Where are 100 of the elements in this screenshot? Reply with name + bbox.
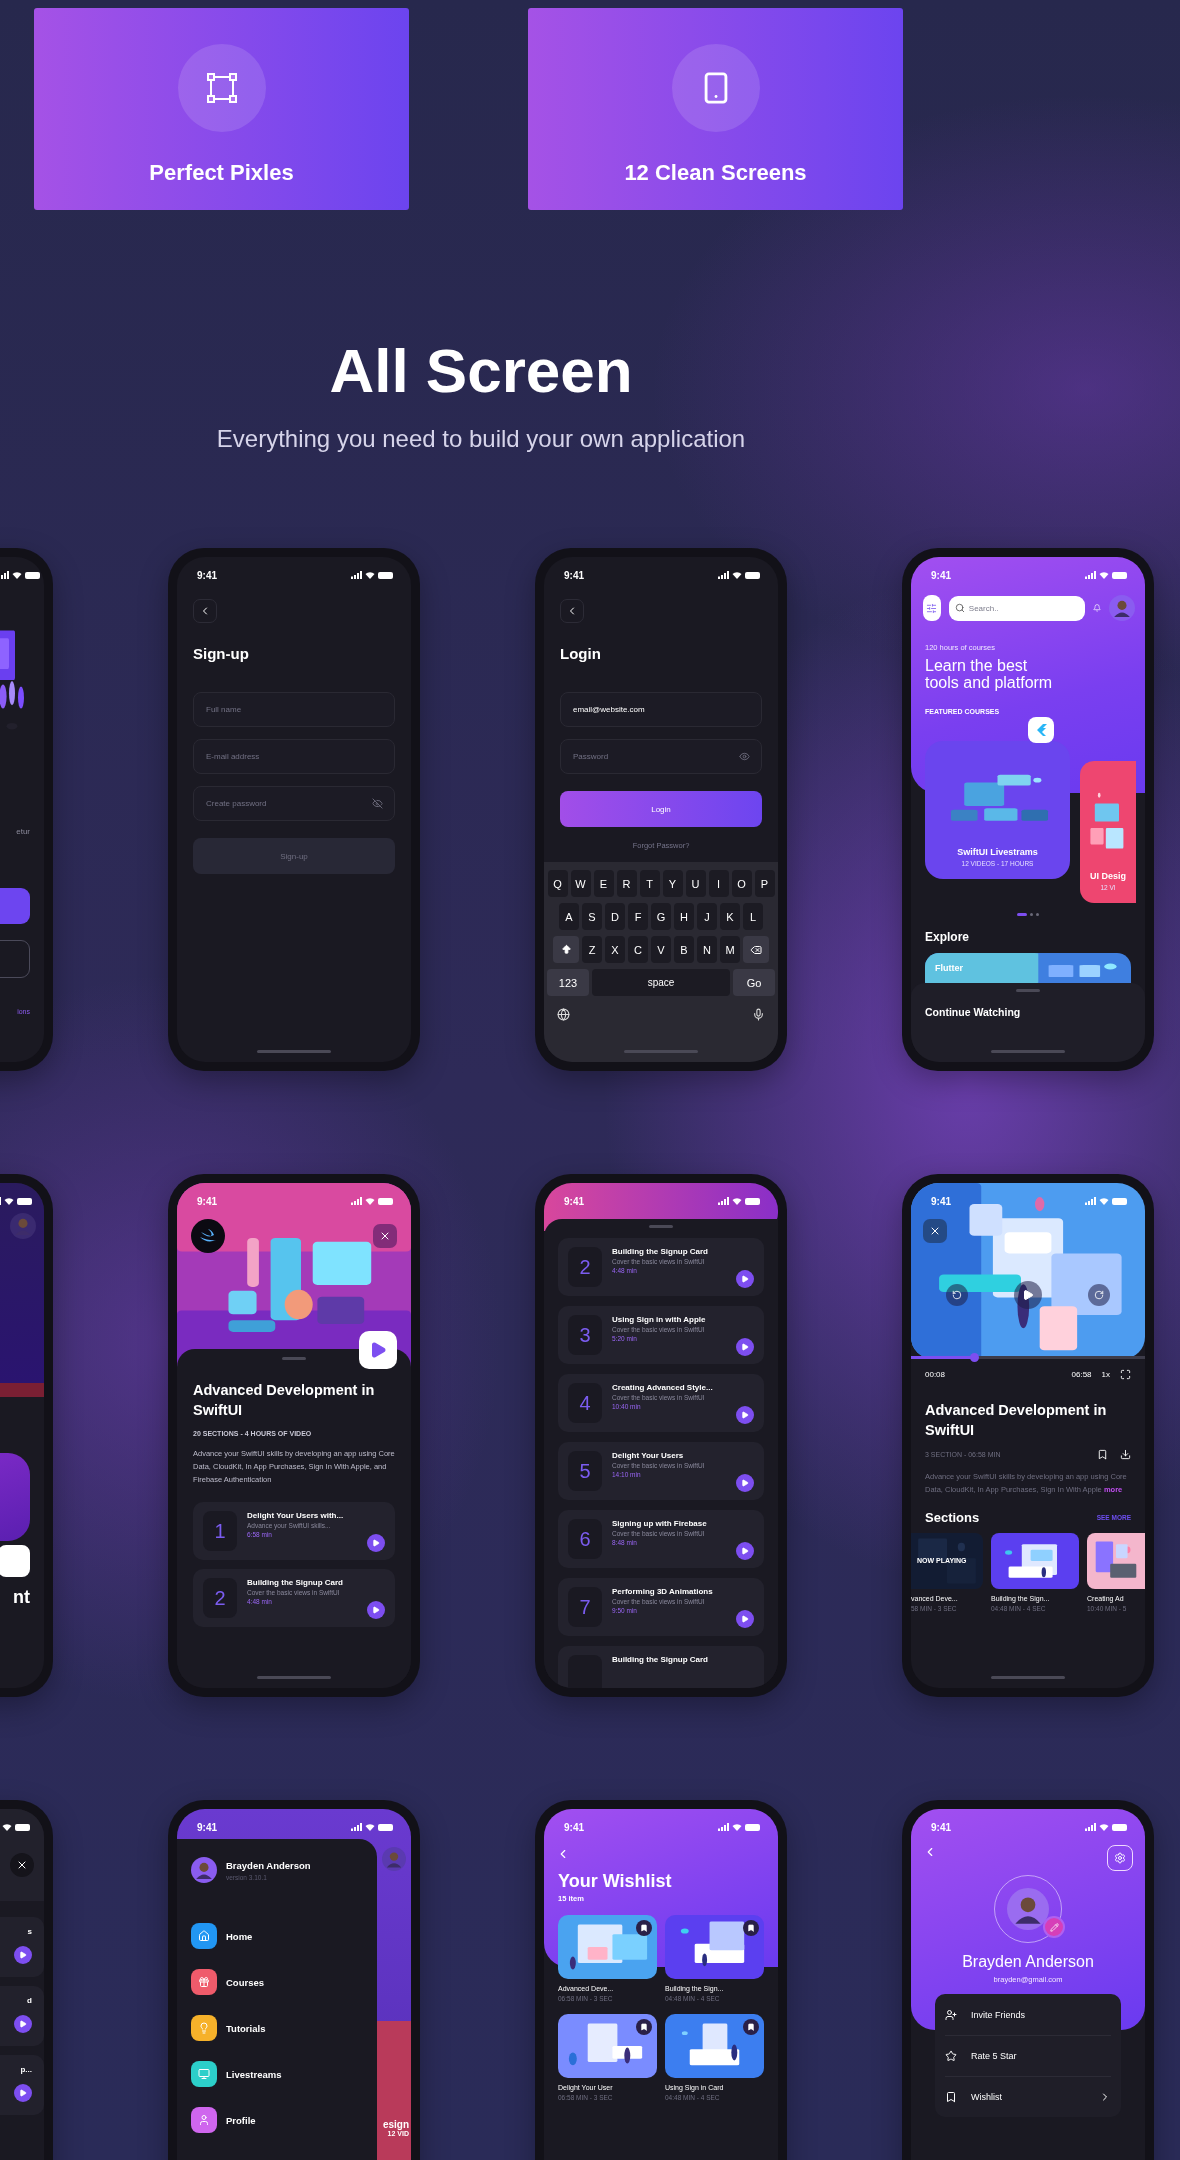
- screen-title: Login: [560, 645, 602, 663]
- input-field[interactable]: Password: [560, 739, 762, 775]
- body-text: etur: [16, 827, 30, 837]
- screen-title: Your Wishlist: [558, 1871, 673, 1893]
- menu-item[interactable]: Courses: [191, 1969, 363, 1996]
- keyboard-key[interactable]: T: [639, 870, 660, 898]
- course-title: Advanced Development in SwiftUI: [193, 1381, 376, 1421]
- menu-item[interactable]: Tutorials: [191, 2015, 363, 2042]
- lesson-card[interactable]: s: [0, 1917, 44, 1978]
- lesson-title: Creating Advanced Style...: [612, 1383, 714, 1393]
- input-field[interactable]: Full name: [193, 692, 395, 728]
- status-time: 9:41: [564, 569, 584, 581]
- keyboard-key[interactable]: N: [697, 936, 717, 964]
- section-title: Sections: [925, 1509, 980, 1525]
- status-time: 9:41: [564, 1821, 584, 1833]
- keyboard-key[interactable]: Y: [662, 870, 683, 898]
- lesson-number: 4: [579, 1391, 591, 1415]
- status-time: 9:41: [931, 569, 951, 581]
- keyboard-key[interactable]: S: [582, 903, 602, 931]
- lesson-title: Building the Signup Card: [612, 1655, 709, 1665]
- lesson-title: s: [27, 1927, 32, 1937]
- sheet-title: Continue Watching: [925, 1005, 1022, 1018]
- search-field[interactable]: Search..: [948, 595, 1085, 621]
- lesson-title: Delight Your Users: [612, 1451, 685, 1461]
- keyboard-key[interactable]: P: [754, 870, 775, 898]
- course-title: Advanced Development in SwiftUI: [925, 1401, 1108, 1441]
- elapsed-time: 00:08: [925, 1370, 946, 1380]
- lesson-title: Signing up with Firebase: [612, 1519, 708, 1529]
- course-title: esign: [382, 2119, 409, 2131]
- keyboard-key[interactable]: B: [674, 936, 694, 964]
- status-time: 9:41: [197, 1195, 217, 1207]
- login-button[interactable]: Login: [560, 791, 762, 828]
- input-field[interactable]: email@website.com: [560, 692, 762, 728]
- lesson-number: 2: [579, 1255, 591, 1279]
- lesson-number: 3: [579, 1323, 591, 1347]
- status-time: 9:41: [197, 1821, 217, 1833]
- lesson-title: Building the Signup Card: [247, 1578, 344, 1588]
- status-time: 9:41: [931, 1821, 951, 1833]
- option-item[interactable]: Wishlist: [945, 2076, 1111, 2118]
- option-item[interactable]: Invite Friends: [945, 1994, 1111, 2036]
- headline: Learn the best tools and platform: [925, 658, 1054, 692]
- keyboard-key[interactable]: K: [720, 903, 740, 931]
- keyboard-key[interactable]: D: [605, 903, 625, 931]
- option-item[interactable]: Rate 5 Star: [945, 2035, 1111, 2077]
- feature-label: Perfect Pixles: [149, 160, 294, 186]
- status-time: 9:41: [931, 1195, 951, 1207]
- keyboard-key[interactable]: Go: [733, 969, 775, 997]
- keyboard-key[interactable]: C: [628, 936, 648, 964]
- keyboard-key[interactable]: W: [570, 870, 591, 898]
- page-title: All Screen: [329, 338, 633, 404]
- keyboard-key[interactable]: V: [651, 936, 671, 964]
- explore-title: Flutter: [935, 962, 964, 973]
- keyboard-key[interactable]: A: [559, 903, 579, 931]
- option-label: Wishlist: [971, 2092, 1003, 2103]
- menu-item[interactable]: Profile: [191, 2107, 363, 2134]
- keyboard-key[interactable]: Q: [547, 870, 568, 898]
- lesson-number: 7: [579, 1595, 591, 1619]
- keyboard-key[interactable]: L: [743, 903, 763, 931]
- speed-control[interactable]: 1x: [1101, 1370, 1110, 1380]
- input-field[interactable]: Create password: [193, 786, 395, 822]
- lesson-card[interactable]: p...: [0, 2055, 44, 2116]
- lesson-number: 1: [214, 1519, 226, 1543]
- keyboard-key[interactable]: E: [593, 870, 614, 898]
- lesson-card[interactable]: d: [0, 1986, 44, 2047]
- page-subtitle: Everything you need to build your own application: [216, 425, 746, 454]
- option-label: Invite Friends: [971, 2009, 1027, 2020]
- total-time: 06:58: [1071, 1370, 1092, 1380]
- keyboard-key[interactable]: X: [605, 936, 625, 964]
- keyboard-key[interactable]: G: [651, 903, 671, 931]
- option-label: Rate 5 Star: [971, 2051, 1018, 2062]
- status-time: 9:41: [197, 569, 217, 581]
- feature-label: 12 Clean Screens: [624, 160, 807, 186]
- status-time: 9:41: [564, 1195, 584, 1207]
- keyboard-key[interactable]: R: [616, 870, 637, 898]
- lesson-title: d: [27, 1996, 32, 2006]
- keyboard-key[interactable]: Z: [582, 936, 602, 964]
- lesson-card[interactable]: Building the Signup Card: [558, 1646, 764, 1689]
- keyboard-key[interactable]: M: [720, 936, 740, 964]
- lesson-number: 5: [579, 1459, 591, 1483]
- lesson-title: p...: [20, 2065, 32, 2075]
- lesson-number: 2: [214, 1586, 226, 1610]
- lesson-title: Delight Your Users with...: [247, 1511, 345, 1521]
- lesson-title: Performing 3D Animations: [612, 1587, 714, 1597]
- keyboard-key[interactable]: H: [674, 903, 694, 931]
- course-title: SwiftUI Livestrams: [957, 846, 1038, 857]
- course-title: nt: [13, 1587, 30, 1609]
- menu-item[interactable]: Home: [191, 1923, 363, 1950]
- profile-name: Brayden Anderson: [962, 1953, 1094, 1972]
- keyboard-key[interactable]: O: [731, 870, 752, 898]
- keyboard-key[interactable]: I: [708, 870, 729, 898]
- keyboard-key[interactable]: 123: [547, 969, 589, 997]
- keyboard-key[interactable]: U: [685, 870, 706, 898]
- lesson-title: Building the Signup Card: [612, 1247, 709, 1257]
- menu-item[interactable]: Livestreams: [191, 2061, 363, 2088]
- user-name: Brayden Anderson: [226, 1859, 311, 1871]
- input-field[interactable]: E-mail address: [193, 739, 395, 775]
- keyboard-key[interactable]: J: [697, 903, 717, 931]
- lesson-title: Using Sign in with Apple: [612, 1315, 707, 1325]
- space-key[interactable]: space: [592, 969, 730, 997]
- keyboard-key[interactable]: F: [628, 903, 648, 931]
